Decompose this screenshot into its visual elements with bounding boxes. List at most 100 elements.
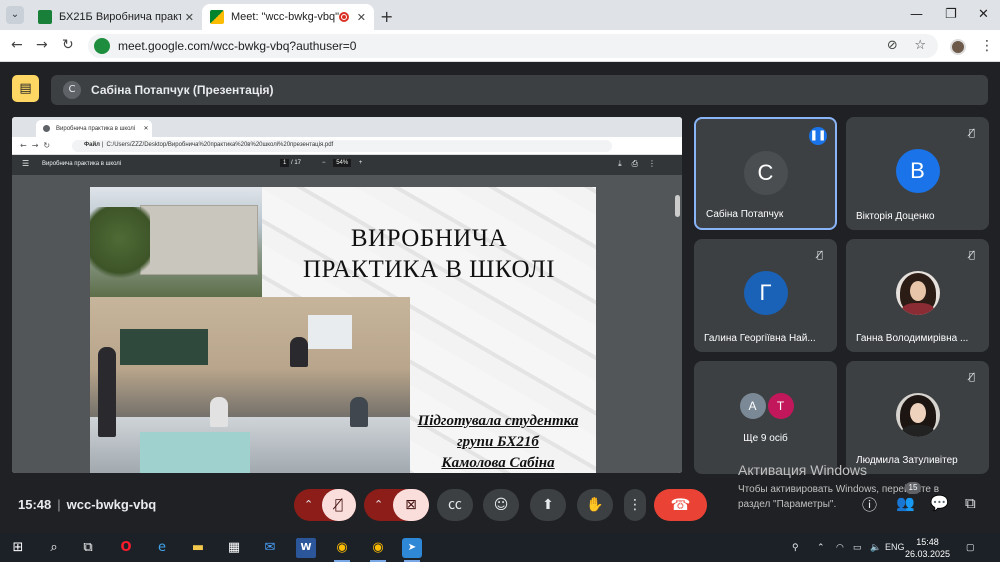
avatar: Г xyxy=(743,271,788,315)
url-text: meet.google.com/wcc-bwkg-vbq?authuser=0 xyxy=(118,39,357,53)
mic-off-icon: 🎙̸ xyxy=(968,250,975,261)
slide-subtitle-line: Камолова Сабіна xyxy=(441,455,555,471)
browser-menu-icon[interactable]: ⋮ xyxy=(980,38,994,54)
participant-tile[interactable]: 🎙̸ Ганна Володимирівна ... xyxy=(846,239,989,352)
participant-tile[interactable]: В 🎙̸ Вікторія Доценко xyxy=(846,117,989,230)
classroom-icon xyxy=(38,10,52,24)
recording-icon xyxy=(338,12,349,22)
camera-off-button[interactable]: ⊠ xyxy=(393,489,429,521)
presenter-label: Сабіна Потапчук (Презентація) xyxy=(91,83,274,97)
avatar: Т xyxy=(767,393,794,419)
slide-title-line: ВИРОБНИЧА xyxy=(350,225,508,252)
tab-search-icon[interactable]: ⌄ xyxy=(6,6,24,24)
shared-nav-icons: ←→↻ xyxy=(20,141,56,150)
participant-tile[interactable]: С ❚❚ Сабіна Потапчук xyxy=(694,117,837,230)
scrollbar xyxy=(675,195,680,217)
projector-screen xyxy=(308,315,352,349)
people-icon[interactable]: 👥 xyxy=(896,494,915,512)
raise-hand-button[interactable]: ✋ xyxy=(577,489,613,521)
shared-toolbar: ←→↻ Файл | C:/Users/ZZZ/Desktop/Виробнич… xyxy=(12,137,682,155)
search-icon[interactable]: ⌕ xyxy=(44,538,64,558)
pdf-toolbar: ☰ Виробнича практика в школі 1 / 17 − 54… xyxy=(12,155,682,175)
present-screen-button[interactable]: ⬆ xyxy=(530,489,566,521)
chat-icon[interactable]: 💬 xyxy=(930,494,949,512)
mic-off-button[interactable]: 🎙̸ xyxy=(322,489,356,521)
close-icon[interactable]: ✕ xyxy=(357,11,366,24)
profile-avatar[interactable] xyxy=(950,39,966,55)
video-options-chevron-icon[interactable]: ⌃ xyxy=(374,489,383,521)
participant-tile[interactable]: Г 🎙̸ Галина Георгіївна Най... xyxy=(694,239,837,352)
minimize-icon[interactable]: — xyxy=(910,7,923,22)
participant-name: Сабіна Потапчук xyxy=(706,209,784,220)
word-icon[interactable]: W xyxy=(296,538,316,558)
forward-icon[interactable]: → xyxy=(36,37,48,53)
back-icon[interactable]: ← xyxy=(11,37,23,53)
volume-icon[interactable]: 🔈 xyxy=(870,542,881,553)
file-explorer-icon[interactable]: ▬ xyxy=(188,538,208,558)
avatar: А xyxy=(739,393,766,419)
bookmark-star-icon[interactable]: ☆ xyxy=(914,38,926,53)
leave-call-button[interactable]: ☎ xyxy=(654,489,707,521)
browser-toolbar: ← → ↻ meet.google.com/wcc-bwkg-vbq?authu… xyxy=(0,30,1000,62)
wifi-icon[interactable]: ◠ xyxy=(836,542,844,553)
file-path: C:/Users/ZZZ/Desktop/Виробнича%20практик… xyxy=(106,142,334,148)
presentation-icon[interactable]: ▤ xyxy=(12,75,39,102)
avatar-photo xyxy=(895,271,940,315)
captions-button[interactable]: ㏄ xyxy=(437,489,473,521)
restore-icon[interactable]: ❐ xyxy=(945,7,957,22)
new-tab-button[interactable]: + xyxy=(380,7,393,26)
store-icon[interactable]: ▦ xyxy=(224,538,244,558)
people-tray-icon[interactable]: ⚲ xyxy=(792,542,799,553)
zoom-out-icon: − xyxy=(322,160,326,166)
site-info-icon[interactable] xyxy=(94,38,110,54)
show-hidden-icons[interactable]: ⌃ xyxy=(817,542,825,553)
file-label: Файл xyxy=(84,142,100,148)
app-icon[interactable]: ➤ xyxy=(402,538,422,562)
slide-subtitle-line: Підготувала студентка xyxy=(417,413,579,429)
school-building xyxy=(140,205,258,275)
camera-blocked-icon[interactable]: ⊘ xyxy=(887,38,898,53)
pdf-page-indicator: 1 / 17 xyxy=(280,159,302,167)
chrome-icon[interactable]: ◉ xyxy=(332,538,352,562)
avatar: В xyxy=(895,149,940,193)
windows-start-icon[interactable]: ⊞ xyxy=(8,538,28,558)
network-icon[interactable]: ▭ xyxy=(853,542,862,553)
pdf-viewport: ВИРОБНИЧА ПРАКТИКА В ШКОЛІ Підготувала с… xyxy=(12,175,682,473)
student-figure xyxy=(290,337,308,367)
meeting-details-icon[interactable]: ⓘ xyxy=(862,494,877,515)
more-participants-tile[interactable]: А Т Ще 9 осіб xyxy=(694,361,837,474)
more-participants-label: Ще 9 осіб xyxy=(743,433,788,444)
avatar-photo xyxy=(895,393,940,437)
more-options-button[interactable]: ⋮ xyxy=(624,489,646,521)
opera-icon[interactable]: O xyxy=(116,538,136,558)
page-total: / 17 xyxy=(291,160,302,166)
close-icon[interactable]: ✕ xyxy=(185,11,194,24)
address-bar[interactable]: meet.google.com/wcc-bwkg-vbq?authuser=0 … xyxy=(88,34,938,58)
shared-address: Файл | C:/Users/ZZZ/Desktop/Виробнича%20… xyxy=(72,140,612,152)
close-window-icon[interactable]: ✕ xyxy=(978,7,989,22)
student-figure xyxy=(350,397,368,427)
chrome-icon[interactable]: ◉ xyxy=(368,538,388,562)
notifications-icon[interactable]: ▢ xyxy=(966,542,975,553)
tab-strip: ⌄ БХ21Б Виробнича практика (п ✕ Meet: "w… xyxy=(0,0,1000,30)
reload-icon[interactable]: ↻ xyxy=(62,37,74,53)
mail-icon[interactable]: ✉ xyxy=(260,538,280,558)
audio-options-chevron-icon[interactable]: ⌃ xyxy=(304,489,313,521)
tab-meet[interactable]: Meet: "wcc-bwkg-vbq" ✕ xyxy=(202,4,374,30)
tree xyxy=(90,207,150,287)
blackboard xyxy=(120,329,208,365)
language-indicator[interactable]: ENG xyxy=(885,542,905,552)
mic-off-icon: 🎙̸ xyxy=(968,128,975,139)
task-view-icon[interactable]: ⧉ xyxy=(78,538,98,558)
activities-icon[interactable]: ⧉ xyxy=(965,494,976,512)
globe-icon xyxy=(43,125,50,132)
participant-tile[interactable]: 🎙̸ Людмила Затуливітер xyxy=(846,361,989,474)
taskbar-clock[interactable]: 15:48 26.03.2025 xyxy=(905,536,950,560)
menu-icon: ☰ xyxy=(22,159,30,168)
slide-title-line: ПРАКТИКА В ШКОЛІ xyxy=(302,256,556,283)
tab-bx21b[interactable]: БХ21Б Виробнича практика (п ✕ xyxy=(30,4,202,30)
people-count-badge: 15 xyxy=(905,482,921,494)
emoji-button[interactable]: ☺ xyxy=(483,489,519,521)
edge-icon[interactable]: e xyxy=(152,538,172,558)
audio-controls: ⌃ 🎙̸ xyxy=(294,489,356,521)
